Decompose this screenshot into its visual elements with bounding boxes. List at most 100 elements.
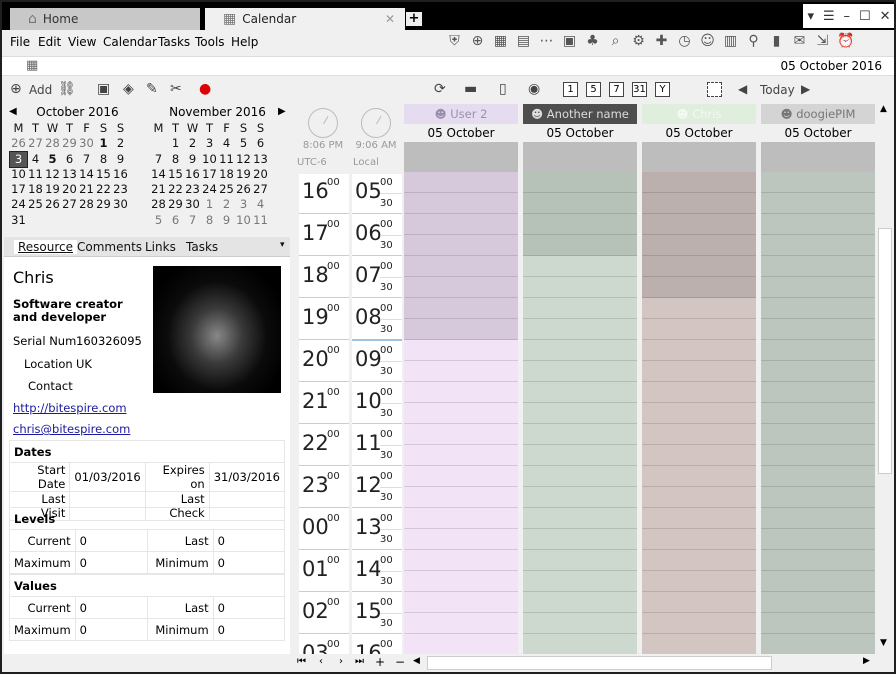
time-slot[interactable] (642, 403, 756, 424)
vertical-scrollbar[interactable]: ▲ ▼ (876, 102, 894, 654)
day-cell[interactable]: 30 (112, 197, 129, 212)
time-slot[interactable] (404, 298, 518, 319)
prev-arrow-icon[interactable]: ◀ (738, 82, 747, 96)
time-slot[interactable] (642, 424, 756, 445)
day-cell[interactable]: 5 (235, 136, 252, 151)
day-cell[interactable]: 22 (95, 182, 112, 197)
time-slot[interactable] (642, 319, 756, 340)
close-button[interactable]: ✕ (880, 9, 891, 24)
time-slot[interactable] (523, 256, 637, 277)
document-icon[interactable]: ▤ (515, 33, 532, 50)
day-cell[interactable]: 23 (184, 182, 201, 197)
day-cell[interactable]: 19 (44, 182, 61, 197)
time-slot[interactable] (404, 424, 518, 445)
time-slot[interactable] (642, 214, 756, 235)
day-cell[interactable]: 9 (218, 213, 235, 228)
record-icon[interactable]: ● (199, 81, 211, 97)
resource-day-column[interactable] (523, 172, 637, 654)
day-cell[interactable]: 26 (44, 197, 61, 212)
battery-icon[interactable]: ▮ (768, 33, 785, 50)
day-cell[interactable]: 16 (112, 167, 129, 182)
day-cell[interactable]: 4 (27, 152, 44, 167)
time-slot[interactable] (404, 508, 518, 529)
day-cell[interactable]: 18 (27, 182, 44, 197)
day-cell[interactable]: 25 (218, 182, 235, 197)
time-slot[interactable] (523, 487, 637, 508)
time-slot[interactable] (761, 361, 875, 382)
day-cell[interactable]: 31 (10, 213, 27, 228)
resource-day-column[interactable] (404, 172, 518, 654)
day-cell[interactable]: 14 (78, 167, 95, 182)
new-tab-button[interactable]: + (406, 12, 422, 26)
day-cell[interactable]: 1 (95, 136, 112, 151)
website-link[interactable]: http://bitespire.com (13, 401, 127, 415)
pen-icon[interactable]: ✎ (146, 81, 158, 97)
day-cell[interactable]: 25 (27, 197, 44, 212)
time-slot[interactable] (761, 298, 875, 319)
time-slot[interactable] (523, 319, 637, 340)
device-icon[interactable]: ▯ (499, 81, 507, 97)
time-slot[interactable] (404, 361, 518, 382)
time-slot[interactable] (642, 298, 756, 319)
day-cell[interactable]: 17 (10, 182, 27, 197)
time-slot[interactable] (523, 466, 637, 487)
day-cell[interactable]: 7 (184, 213, 201, 228)
day-cell[interactable]: 5 (44, 152, 61, 167)
day-cell[interactable]: 6 (252, 136, 269, 151)
day-cell[interactable]: 7 (78, 152, 95, 167)
time-slot[interactable] (404, 277, 518, 298)
tab-calendar[interactable]: ▦ Calendar ✕ (205, 8, 405, 30)
scroll-up-icon[interactable]: ▲ (880, 104, 887, 114)
briefcase-icon[interactable]: ▬ (464, 81, 477, 97)
add-button[interactable]: Add (29, 83, 52, 97)
time-slot[interactable] (642, 445, 756, 466)
day-cell[interactable]: 13 (252, 152, 269, 167)
time-slot[interactable] (761, 424, 875, 445)
day-cell[interactable]: 3 (9, 150, 28, 168)
time-slot[interactable] (404, 466, 518, 487)
day-cell[interactable]: 16 (184, 167, 201, 182)
time-slot[interactable] (523, 214, 637, 235)
time-slot[interactable] (761, 319, 875, 340)
time-slot[interactable] (761, 256, 875, 277)
all-day-area[interactable] (642, 142, 756, 172)
day-cell[interactable]: 7 (150, 152, 167, 167)
last-icon[interactable]: ⏭ (355, 656, 364, 667)
time-slot[interactable] (523, 340, 637, 361)
time-slot[interactable] (761, 550, 875, 571)
time-slot[interactable] (642, 361, 756, 382)
time-slot[interactable] (404, 319, 518, 340)
first-icon[interactable]: ⏮ (297, 656, 306, 667)
day-cell[interactable]: 27 (61, 197, 78, 212)
time-slot[interactable] (761, 214, 875, 235)
menu-file[interactable]: File (10, 35, 30, 49)
time-slot[interactable] (404, 172, 518, 193)
minimize-button[interactable]: – (844, 9, 851, 24)
day-cell[interactable]: 3 (235, 197, 252, 212)
hamburger-menu-icon[interactable]: ☰ (823, 9, 835, 24)
add-globe-icon[interactable]: ⊕ (10, 81, 22, 97)
calculator-icon[interactable]: ▣ (561, 33, 578, 50)
today-button[interactable]: Today (760, 83, 795, 97)
day-cell[interactable]: 1 (167, 136, 184, 151)
view-7-day-button[interactable]: 7 (609, 82, 624, 97)
menu-calendar[interactable]: Calendar (103, 35, 157, 49)
time-slot[interactable] (761, 193, 875, 214)
scroll-left-icon[interactable]: ◀ (413, 656, 420, 666)
view-1-day-button[interactable]: 1 (563, 82, 578, 97)
time-slot[interactable] (761, 235, 875, 256)
add-icon[interactable]: + (375, 655, 385, 669)
time-slot[interactable] (642, 634, 756, 654)
time-slot[interactable] (404, 382, 518, 403)
time-slot[interactable] (642, 466, 756, 487)
time-slot[interactable] (523, 361, 637, 382)
time-slot[interactable] (761, 613, 875, 634)
day-cell[interactable]: 29 (95, 197, 112, 212)
tab-resource[interactable]: Resource (14, 240, 78, 254)
resource-header[interactable]: ☻ User 2 (404, 104, 518, 124)
view-custom-button[interactable] (707, 82, 722, 97)
users-icon[interactable]: ☺ (699, 33, 716, 50)
time-slot[interactable] (404, 634, 518, 654)
day-cell[interactable]: 30 (184, 197, 201, 212)
scroll-down-icon[interactable]: ▼ (880, 638, 887, 648)
